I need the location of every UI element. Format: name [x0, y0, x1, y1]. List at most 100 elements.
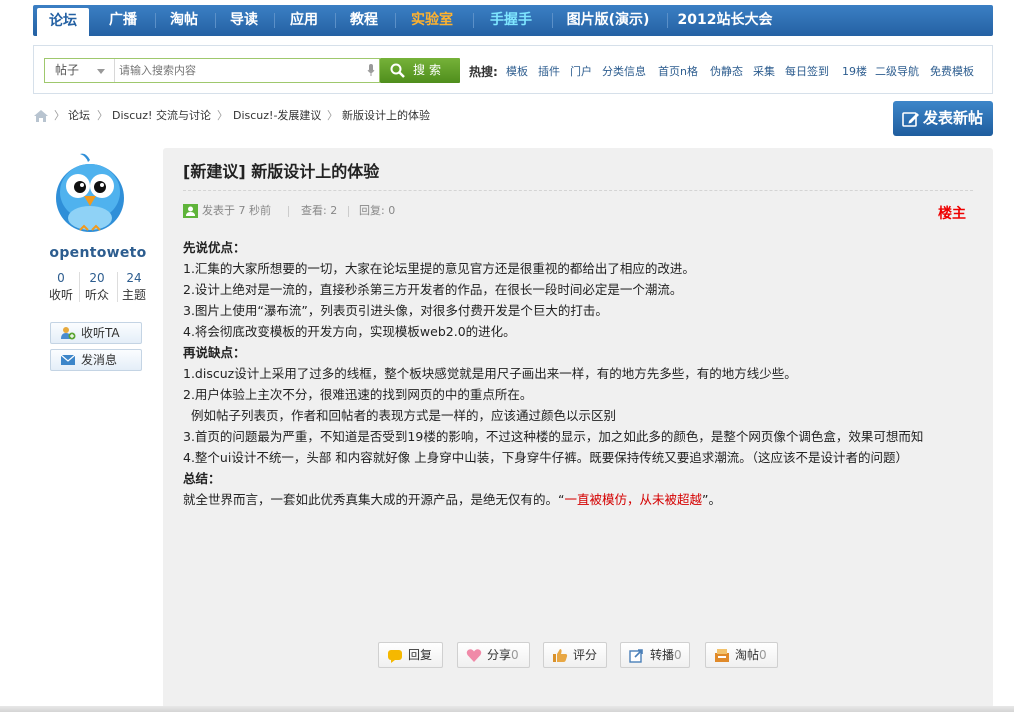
action-label: 回复: [408, 648, 433, 662]
hot-link[interactable]: 插件: [538, 63, 560, 79]
conclusion-text-end: ”。: [702, 492, 721, 507]
message-label: 发消息: [81, 353, 118, 367]
body-heading: 总结：: [183, 471, 221, 486]
body-line: 1.discuz设计上采用了过多的线框，整个板块感觉就是用尺子画出来一样，有的地…: [183, 366, 797, 381]
nav-divider: [155, 13, 156, 28]
hot-link[interactable]: 二级导航: [875, 63, 919, 79]
stat-threads[interactable]: 24 主题: [114, 271, 154, 304]
nav-divider: [552, 13, 553, 28]
body-line: 2.用户体验上主次不分，很难迅速的找到网页的中的重点所在。: [183, 387, 533, 402]
search-icon: [390, 63, 405, 78]
nav-divider: [667, 13, 668, 28]
stat-label: 主题: [121, 288, 146, 302]
nav-item-forum[interactable]: 论坛: [37, 8, 89, 36]
breadcrumb-current[interactable]: 新版设计上的体验: [342, 108, 430, 124]
action-label: 转播: [650, 648, 675, 662]
action-count: 0: [511, 648, 519, 662]
breadcrumb-suggestions[interactable]: Discuz!-发展建议: [233, 108, 321, 124]
follow-user-icon: [61, 327, 76, 340]
action-label: 评分: [573, 648, 598, 662]
rate-label: 评分: [573, 643, 597, 667]
conclusion-text: 就全世界而言，一套如此优秀真集大成的开源产品，是绝无仅有的。“: [183, 492, 565, 507]
stat-followers[interactable]: 20 听众: [77, 271, 117, 304]
new-post-button[interactable]: 发表新帖: [893, 101, 993, 136]
envelope-icon: [60, 354, 76, 365]
body-line: 2.设计上绝对是一流的，直接秒杀第三方开发者的作品，在很长一段时间必定是一个潮流…: [183, 282, 683, 297]
nav-divider: [395, 13, 396, 28]
breadcrumb-forum[interactable]: 论坛: [68, 108, 90, 124]
post-body: 先说优点： 1.汇集的大家所想要的一切，大家在论坛里提的意见官方还是很重视的都给…: [183, 237, 973, 510]
title-divider: [183, 190, 973, 191]
hot-search-label: 热搜:: [469, 65, 498, 79]
body-line: 4.整个ui设计不统一，头部 和内容就好像 上身穿中山装，下身穿牛仔裤。既要保持…: [183, 450, 909, 465]
edit-icon: [902, 112, 919, 127]
follow-button[interactable]: 收听TA: [50, 322, 142, 344]
action-count: 0: [759, 648, 767, 662]
author-online-icon: [183, 204, 198, 218]
thumb-up-icon: [553, 649, 568, 662]
stat-value: 0: [57, 271, 65, 285]
body-line: 4.将会彻底改变模板的开发方向，实现模板web2.0的进化。: [183, 324, 516, 339]
message-button[interactable]: 发消息: [50, 349, 142, 371]
nav-item-lab[interactable]: 实验室: [401, 5, 463, 36]
meta-divider: [288, 206, 289, 217]
action-label: 分享: [487, 648, 512, 662]
conclusion-highlight: 一直被模仿，从未被超越: [564, 492, 702, 507]
hot-link[interactable]: 模板: [506, 63, 528, 79]
breadcrumb-discuz-discussion[interactable]: Discuz! 交流与讨论: [112, 108, 211, 124]
nav-divider: [473, 13, 474, 28]
stat-value: 20: [89, 271, 105, 285]
view-count: 查看: 2: [301, 204, 338, 217]
post-content: [新建议] 新版设计上的体验 发表于 7 秒前 查看: 2 回复: 0 楼主 先…: [163, 148, 993, 708]
meta-divider: [348, 206, 349, 217]
hot-link[interactable]: 门户: [570, 63, 592, 79]
nav-item-webmaster-conference[interactable]: 2012站长大会: [675, 5, 775, 36]
breadcrumb-separator: 〉: [97, 109, 108, 122]
nav-item-broadcast[interactable]: 广播: [99, 5, 147, 36]
action-label: 淘帖: [735, 648, 760, 662]
search-box: 帖子: [44, 58, 380, 83]
hot-link[interactable]: 伪静态: [710, 63, 743, 79]
forward-label: 转播0: [650, 643, 682, 667]
nav-item-apps[interactable]: 应用: [281, 5, 327, 36]
new-post-label: 发表新帖: [923, 109, 984, 127]
avatar[interactable]: [50, 150, 130, 234]
search-button[interactable]: 搜索: [380, 58, 460, 83]
author-name[interactable]: opentoweto: [33, 245, 163, 261]
follow-label: 收听TA: [81, 326, 120, 340]
hot-link[interactable]: 首页n格: [658, 63, 698, 79]
reply-button[interactable]: 回复: [378, 642, 443, 668]
hot-link[interactable]: 免费模板: [930, 63, 974, 79]
share-label: 分享0: [487, 643, 519, 667]
reply-count: 回复: 0: [359, 204, 396, 217]
body-line: 3.图片上使用“瀑布流”，列表页引进头像，对很多付费开发是个巨大的打击。: [183, 303, 608, 318]
microphone-icon[interactable]: [367, 64, 375, 77]
forward-button[interactable]: 转播0: [620, 642, 690, 668]
nav-item-taotie[interactable]: 淘帖: [161, 5, 207, 36]
nav-item-handshake[interactable]: 手握手: [479, 5, 543, 36]
nav-item-guide[interactable]: 导读: [221, 5, 267, 36]
floor-label: 楼主: [938, 206, 966, 222]
hot-link[interactable]: 每日签到: [785, 63, 829, 79]
nav-item-tutorial[interactable]: 教程: [341, 5, 387, 36]
body-heading: 先说优点：: [183, 240, 246, 255]
hot-link[interactable]: 19楼: [842, 63, 867, 79]
home-icon[interactable]: [33, 109, 49, 123]
forward-icon: [629, 649, 643, 663]
body-heading: 再说缺点：: [183, 345, 246, 360]
breadcrumb-separator: 〉: [327, 109, 338, 122]
hot-link[interactable]: 采集: [753, 63, 775, 79]
stat-following[interactable]: 0 收听: [41, 271, 81, 304]
hot-link[interactable]: 分类信息: [602, 63, 646, 79]
nav-divider: [274, 13, 275, 28]
stat-value: 24: [126, 271, 142, 285]
share-button[interactable]: 分享0: [457, 642, 530, 668]
nav-item-picture-demo[interactable]: 图片版(演示): [558, 5, 658, 36]
rate-button[interactable]: 评分: [543, 642, 607, 668]
post-time: 发表于 7 秒前: [202, 204, 271, 217]
search-category-label: 帖子: [55, 63, 80, 77]
search-category-select[interactable]: 帖子: [45, 59, 115, 82]
collect-button[interactable]: 淘帖0: [705, 642, 778, 668]
nav-divider: [215, 13, 216, 28]
search-input[interactable]: [119, 61, 359, 80]
